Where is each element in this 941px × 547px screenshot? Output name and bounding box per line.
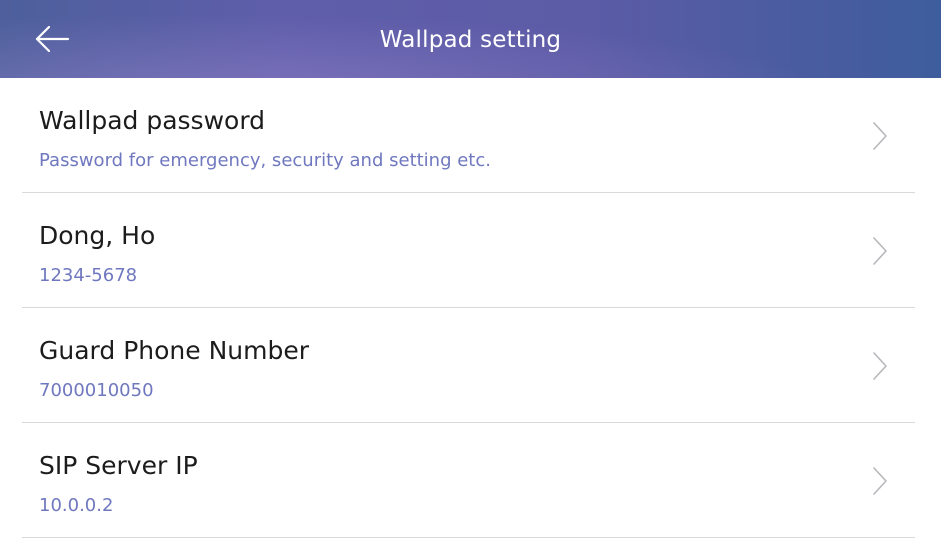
chevron-right-icon (872, 466, 888, 496)
setting-item-title: SIP Server IP (39, 451, 198, 480)
setting-item-subtitle: 1234-5678 (39, 265, 138, 286)
setting-item-wallpad-password[interactable]: Wallpad password Password for emergency,… (0, 78, 941, 193)
setting-item-subtitle: Password for emergency, security and set… (39, 150, 491, 171)
setting-item-title: Wallpad password (39, 106, 266, 135)
chevron-right-icon (872, 121, 888, 151)
setting-item-subtitle: 7000010050 (39, 380, 154, 401)
divider (22, 537, 915, 538)
setting-item-title: Guard Phone Number (39, 336, 310, 365)
settings-list: Wallpad password Password for emergency,… (0, 78, 941, 538)
app-header: Wallpad setting (0, 0, 941, 78)
setting-item-guard-phone-number[interactable]: Guard Phone Number 7000010050 (0, 308, 941, 423)
page-title: Wallpad setting (379, 27, 562, 53)
setting-item-subtitle: 10.0.0.2 (39, 495, 114, 516)
setting-item-dong-ho[interactable]: Dong, Ho 1234-5678 (0, 193, 941, 308)
chevron-right-icon (872, 351, 888, 381)
chevron-right-icon (872, 236, 888, 266)
setting-item-sip-server-ip[interactable]: SIP Server IP 10.0.0.2 (0, 423, 941, 538)
setting-item-title: Dong, Ho (39, 221, 156, 250)
